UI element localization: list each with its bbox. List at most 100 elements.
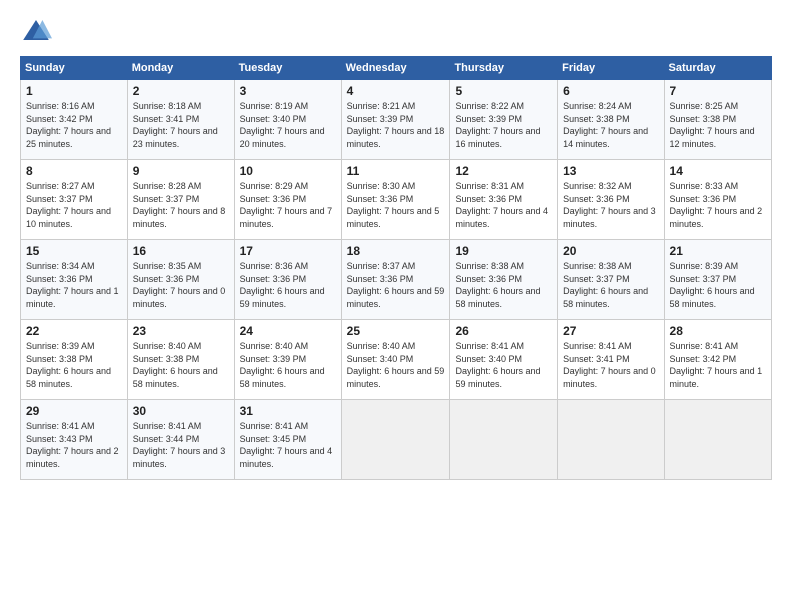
day-number: 8 — [26, 164, 122, 178]
day-number: 31 — [240, 404, 336, 418]
day-info: Sunrise: 8:39 AM Sunset: 3:38 PM Dayligh… — [26, 340, 122, 390]
day-cell: 31 Sunrise: 8:41 AM Sunset: 3:45 PM Dayli… — [234, 400, 341, 480]
day-info: Sunrise: 8:39 AM Sunset: 3:37 PM Dayligh… — [670, 260, 766, 310]
day-cell: 29 Sunrise: 8:41 AM Sunset: 3:43 PM Dayli… — [21, 400, 128, 480]
day-cell: 16 Sunrise: 8:35 AM Sunset: 3:36 PM Dayli… — [127, 240, 234, 320]
day-number: 4 — [347, 84, 445, 98]
day-info: Sunrise: 8:28 AM Sunset: 3:37 PM Dayligh… — [133, 180, 229, 230]
day-info: Sunrise: 8:36 AM Sunset: 3:36 PM Dayligh… — [240, 260, 336, 310]
day-info: Sunrise: 8:16 AM Sunset: 3:42 PM Dayligh… — [26, 100, 122, 150]
day-info: Sunrise: 8:40 AM Sunset: 3:40 PM Dayligh… — [347, 340, 445, 390]
day-cell: 13 Sunrise: 8:32 AM Sunset: 3:36 PM Dayli… — [558, 160, 664, 240]
day-info: Sunrise: 8:30 AM Sunset: 3:36 PM Dayligh… — [347, 180, 445, 230]
day-cell: 6 Sunrise: 8:24 AM Sunset: 3:38 PM Daylig… — [558, 80, 664, 160]
day-number: 29 — [26, 404, 122, 418]
day-info: Sunrise: 8:37 AM Sunset: 3:36 PM Dayligh… — [347, 260, 445, 310]
week-row-4: 22 Sunrise: 8:39 AM Sunset: 3:38 PM Dayli… — [21, 320, 772, 400]
week-row-2: 8 Sunrise: 8:27 AM Sunset: 3:37 PM Daylig… — [21, 160, 772, 240]
day-cell: 22 Sunrise: 8:39 AM Sunset: 3:38 PM Dayli… — [21, 320, 128, 400]
logo — [20, 16, 56, 48]
day-number: 22 — [26, 324, 122, 338]
calendar-page: SundayMondayTuesdayWednesdayThursdayFrid… — [0, 0, 792, 612]
col-header-monday: Monday — [127, 57, 234, 80]
day-cell: 28Sunrise: 8:41 AM Sunset: 3:42 PM Dayli… — [664, 320, 771, 400]
day-cell: 19Sunrise: 8:38 AM Sunset: 3:36 PM Dayli… — [450, 240, 558, 320]
day-number: 16 — [133, 244, 229, 258]
day-cell: 14 Sunrise: 8:33 AM Sunset: 3:36 PM Dayli… — [664, 160, 771, 240]
day-number: 5 — [455, 84, 552, 98]
day-number: 24 — [240, 324, 336, 338]
day-info: Sunrise: 8:38 AM Sunset: 3:37 PM Dayligh… — [563, 260, 658, 310]
day-number: 20 — [563, 244, 658, 258]
header-row: SundayMondayTuesdayWednesdayThursdayFrid… — [21, 57, 772, 80]
day-info: Sunrise: 8:40 AM Sunset: 3:39 PM Dayligh… — [240, 340, 336, 390]
day-number: 6 — [563, 84, 658, 98]
day-cell: 17 Sunrise: 8:36 AM Sunset: 3:36 PM Dayli… — [234, 240, 341, 320]
day-cell: 1 Sunrise: 8:16 AM Sunset: 3:42 PM Daylig… — [21, 80, 128, 160]
day-cell: 4 Sunrise: 8:21 AM Sunset: 3:39 PM Daylig… — [341, 80, 450, 160]
day-number: 13 — [563, 164, 658, 178]
day-info: Sunrise: 8:22 AM Sunset: 3:39 PM Dayligh… — [455, 100, 552, 150]
day-cell: 15Sunrise: 8:34 AM Sunset: 3:36 PM Dayli… — [21, 240, 128, 320]
day-info: Sunrise: 8:25 AM Sunset: 3:38 PM Dayligh… — [670, 100, 766, 150]
day-info: Sunrise: 8:27 AM Sunset: 3:37 PM Dayligh… — [26, 180, 122, 230]
day-info: Sunrise: 8:40 AM Sunset: 3:38 PM Dayligh… — [133, 340, 229, 390]
day-number: 14 — [670, 164, 766, 178]
col-header-sunday: Sunday — [21, 57, 128, 80]
day-number: 25 — [347, 324, 445, 338]
day-cell — [558, 400, 664, 480]
day-info: Sunrise: 8:41 AM Sunset: 3:41 PM Dayligh… — [563, 340, 658, 390]
day-number: 23 — [133, 324, 229, 338]
day-number: 27 — [563, 324, 658, 338]
day-info: Sunrise: 8:21 AM Sunset: 3:39 PM Dayligh… — [347, 100, 445, 150]
day-info: Sunrise: 8:41 AM Sunset: 3:43 PM Dayligh… — [26, 420, 122, 470]
day-cell: 9 Sunrise: 8:28 AM Sunset: 3:37 PM Daylig… — [127, 160, 234, 240]
day-cell: 18 Sunrise: 8:37 AM Sunset: 3:36 PM Dayli… — [341, 240, 450, 320]
day-number: 7 — [670, 84, 766, 98]
day-number: 2 — [133, 84, 229, 98]
day-number: 28 — [670, 324, 766, 338]
day-cell: 2 Sunrise: 8:18 AM Sunset: 3:41 PM Daylig… — [127, 80, 234, 160]
day-cell: 30 Sunrise: 8:41 AM Sunset: 3:44 PM Dayli… — [127, 400, 234, 480]
calendar-table: SundayMondayTuesdayWednesdayThursdayFrid… — [20, 56, 772, 480]
day-number: 10 — [240, 164, 336, 178]
day-info: Sunrise: 8:41 AM Sunset: 3:45 PM Dayligh… — [240, 420, 336, 470]
day-info: Sunrise: 8:33 AM Sunset: 3:36 PM Dayligh… — [670, 180, 766, 230]
day-info: Sunrise: 8:35 AM Sunset: 3:36 PM Dayligh… — [133, 260, 229, 310]
day-info: Sunrise: 8:41 AM Sunset: 3:44 PM Dayligh… — [133, 420, 229, 470]
day-info: Sunrise: 8:29 AM Sunset: 3:36 PM Dayligh… — [240, 180, 336, 230]
day-info: Sunrise: 8:34 AM Sunset: 3:36 PM Dayligh… — [26, 260, 122, 310]
day-number: 26 — [455, 324, 552, 338]
calendar-body: 1 Sunrise: 8:16 AM Sunset: 3:42 PM Daylig… — [21, 80, 772, 480]
day-number: 11 — [347, 164, 445, 178]
day-cell — [450, 400, 558, 480]
day-info: Sunrise: 8:31 AM Sunset: 3:36 PM Dayligh… — [455, 180, 552, 230]
day-cell: 25 Sunrise: 8:40 AM Sunset: 3:40 PM Dayli… — [341, 320, 450, 400]
day-info: Sunrise: 8:32 AM Sunset: 3:36 PM Dayligh… — [563, 180, 658, 230]
day-number: 30 — [133, 404, 229, 418]
day-cell: 5 Sunrise: 8:22 AM Sunset: 3:39 PM Daylig… — [450, 80, 558, 160]
week-row-3: 15Sunrise: 8:34 AM Sunset: 3:36 PM Dayli… — [21, 240, 772, 320]
day-cell: 24 Sunrise: 8:40 AM Sunset: 3:39 PM Dayli… — [234, 320, 341, 400]
logo-icon — [20, 16, 52, 48]
day-number: 3 — [240, 84, 336, 98]
day-cell — [341, 400, 450, 480]
day-number: 17 — [240, 244, 336, 258]
day-number: 9 — [133, 164, 229, 178]
day-info: Sunrise: 8:18 AM Sunset: 3:41 PM Dayligh… — [133, 100, 229, 150]
day-cell: 27 Sunrise: 8:41 AM Sunset: 3:41 PM Dayli… — [558, 320, 664, 400]
day-cell: 8 Sunrise: 8:27 AM Sunset: 3:37 PM Daylig… — [21, 160, 128, 240]
day-cell: 3Sunrise: 8:19 AM Sunset: 3:40 PM Daylig… — [234, 80, 341, 160]
day-number: 1 — [26, 84, 122, 98]
day-cell: 10 Sunrise: 8:29 AM Sunset: 3:36 PM Dayli… — [234, 160, 341, 240]
day-cell: 20 Sunrise: 8:38 AM Sunset: 3:37 PM Dayli… — [558, 240, 664, 320]
col-header-saturday: Saturday — [664, 57, 771, 80]
week-row-1: 1 Sunrise: 8:16 AM Sunset: 3:42 PM Daylig… — [21, 80, 772, 160]
day-number: 18 — [347, 244, 445, 258]
day-info: Sunrise: 8:24 AM Sunset: 3:38 PM Dayligh… — [563, 100, 658, 150]
col-header-tuesday: Tuesday — [234, 57, 341, 80]
day-info: Sunrise: 8:41 AM Sunset: 3:40 PM Dayligh… — [455, 340, 552, 390]
calendar-header: SundayMondayTuesdayWednesdayThursdayFrid… — [21, 57, 772, 80]
day-number: 19 — [455, 244, 552, 258]
day-number: 21 — [670, 244, 766, 258]
